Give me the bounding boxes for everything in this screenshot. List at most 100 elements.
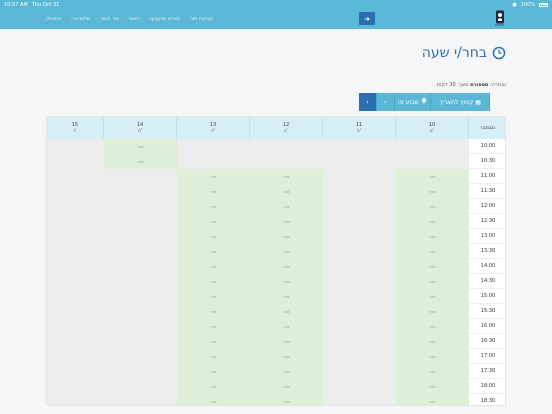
status-time: 10:57 AM (4, 1, 28, 8)
time-slot-available[interactable]: פנוי (177, 334, 250, 349)
time-slot-available[interactable]: פנוי (396, 169, 469, 184)
nav-link-logout[interactable]: התנתק (46, 16, 61, 22)
time-slot-available[interactable]: פנוי (177, 199, 250, 214)
time-slot-available[interactable]: פנוי (396, 334, 469, 349)
time-slot-available[interactable]: פנוי (396, 184, 469, 199)
time-slot-available[interactable]: פנוי (396, 214, 469, 229)
time-slot-unavailable (323, 244, 396, 259)
logo-text: SHAM (495, 23, 504, 27)
time-slot-available[interactable]: פנוי (177, 364, 250, 379)
time-slot-available[interactable]: פנוי (177, 379, 250, 394)
time-slot-unavailable (323, 274, 396, 289)
day-header: 13 ד' (177, 117, 250, 139)
time-slot-available[interactable]: פנוי (396, 259, 469, 274)
time-slot-unavailable (323, 349, 396, 364)
time-slot-available[interactable]: פנוי (250, 259, 323, 274)
time-slot-available[interactable]: פנוי (250, 334, 323, 349)
month-label: נובמבר (479, 125, 496, 131)
time-slot-unavailable (323, 394, 396, 405)
time-slot-available[interactable]: פנוי (250, 169, 323, 184)
time-slot-available[interactable]: פנוי (104, 154, 177, 169)
time-slot-available[interactable]: פנוי (396, 199, 469, 214)
time-slot-unavailable (323, 289, 396, 304)
day-header: 10 א' (396, 117, 469, 139)
note-suffix: משך: 30 דקות. (435, 82, 469, 88)
time-slot-available[interactable]: פנוי (177, 169, 250, 184)
this-week-button[interactable]: 🡇 שבוע זה (395, 93, 431, 111)
prev-week-button[interactable]: › (377, 93, 395, 111)
time-slot-available[interactable]: פנוי (177, 319, 250, 334)
time-slot-available[interactable]: פנוי (250, 289, 323, 304)
time-slot-available[interactable]: פנוי (250, 229, 323, 244)
time-label: 11:00 (469, 169, 505, 184)
jump-to-date-button[interactable]: ▦ קפוץ לתאריך (431, 93, 490, 111)
time-slot-unavailable (104, 229, 177, 244)
time-slot-unavailable (47, 229, 104, 244)
time-slot-available[interactable]: פנוי (177, 274, 250, 289)
time-slot-available[interactable]: פנוי (177, 184, 250, 199)
time-slot-unavailable (323, 169, 396, 184)
time-slot-available[interactable]: פנוי (250, 214, 323, 229)
note-service: תספורת (470, 82, 489, 88)
time-slot-available[interactable]: פנוי (250, 349, 323, 364)
time-slot-available[interactable]: פנוי (396, 274, 469, 289)
time-slot-available[interactable]: פנוי (250, 199, 323, 214)
time-slot-available[interactable]: פנוי (396, 244, 469, 259)
time-slot-available[interactable]: פנוי (250, 394, 323, 405)
logo-icon (495, 10, 504, 24)
arrow-right-icon: ➜ (364, 14, 370, 23)
time-slot-available[interactable]: פנוי (250, 379, 323, 394)
time-slot-unavailable (104, 184, 177, 199)
time-slot-available[interactable]: פנוי (177, 289, 250, 304)
time-slot-available[interactable]: פנוי (177, 229, 250, 244)
nav-link-book[interactable]: קביעת תור (190, 16, 213, 22)
time-slot-available[interactable]: פנוי (250, 244, 323, 259)
time-slot-unavailable (47, 169, 104, 184)
time-slot-available[interactable]: פנוי (396, 304, 469, 319)
time-slot-available[interactable]: פנוי (177, 304, 250, 319)
time-slot-unavailable (47, 274, 104, 289)
time-slot-available[interactable]: פנוי (396, 394, 469, 405)
brand-logo[interactable]: SHAM (494, 10, 505, 28)
time-label: 10:00 (469, 139, 505, 154)
time-slot-available[interactable]: פנוי (177, 349, 250, 364)
time-slot-available[interactable]: פנוי (396, 319, 469, 334)
nav-back-button[interactable]: ➜ (359, 12, 375, 25)
time-slot-unavailable (323, 319, 396, 334)
time-label: 13:00 (469, 229, 505, 244)
time-slot-available[interactable]: פנוי (250, 184, 323, 199)
time-slot-available[interactable]: פנוי (396, 349, 469, 364)
time-slot-available[interactable]: פנוי (250, 364, 323, 379)
time-slot-available[interactable]: פנוי (396, 289, 469, 304)
time-slot-available[interactable]: פנוי (396, 229, 469, 244)
time-label: 17:30 (469, 364, 505, 379)
time-label: 17:00 (469, 349, 505, 364)
time-slot-unavailable (104, 364, 177, 379)
time-slot-available[interactable]: פנוי (250, 319, 323, 334)
time-slot-unavailable (47, 364, 104, 379)
day-name: ב' (356, 128, 362, 134)
time-slot-unavailable (104, 289, 177, 304)
time-slot-unavailable (47, 139, 104, 154)
time-slot-available[interactable]: פנוי (250, 304, 323, 319)
nav-link-home[interactable]: ראשי (129, 16, 140, 22)
time-slot-available[interactable]: פנוי (177, 259, 250, 274)
nav-link-contact[interactable]: צור קשר (100, 16, 119, 22)
time-slot-available[interactable]: פנוי (396, 364, 469, 379)
time-slot-available[interactable]: פנוי (396, 379, 469, 394)
page-title: בחר/י שעה (422, 45, 506, 61)
time-slot-available[interactable]: פנוי (250, 274, 323, 289)
time-slot-available[interactable]: פנוי (177, 214, 250, 229)
time-label: 18:30 (469, 394, 505, 405)
time-slot-available[interactable]: פנוי (177, 244, 250, 259)
nav-link-booked[interactable]: תורים שנקבעו (150, 16, 180, 22)
time-slot-unavailable (104, 199, 177, 214)
day-name: א' (429, 128, 435, 134)
time-slot-unavailable (323, 199, 396, 214)
time-slot-available[interactable]: פנוי (104, 139, 177, 154)
time-slot-available[interactable]: פנוי (177, 394, 250, 405)
next-week-button[interactable]: ‹ (359, 93, 377, 111)
arrow-down-icon: 🡇 (420, 98, 428, 105)
week-controls: ‹ › 🡇 שבוע זה ▦ קפוץ לתאריך (359, 93, 490, 111)
time-slot-unavailable (47, 394, 104, 405)
